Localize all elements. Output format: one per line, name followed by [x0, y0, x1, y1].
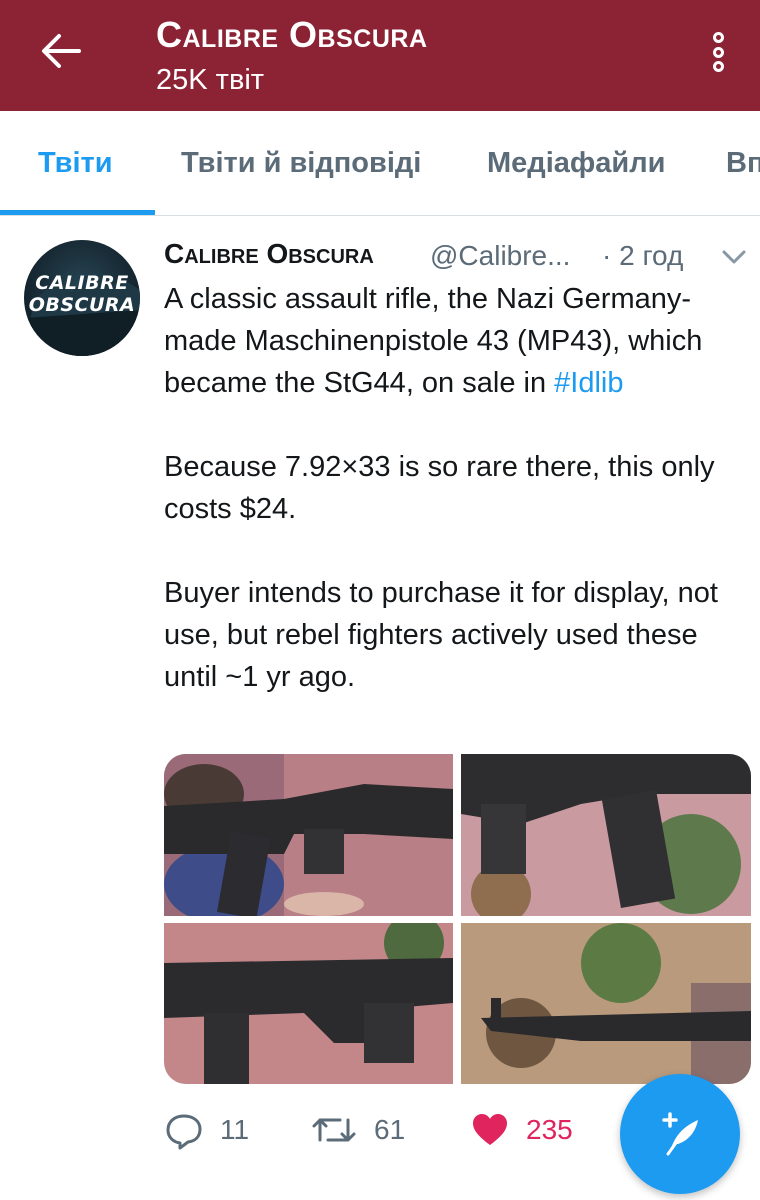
retweet-button[interactable]: 61 — [310, 1110, 405, 1150]
tweet-photo-2[interactable] — [461, 754, 751, 916]
more-vertical-icon-dot — [712, 61, 724, 72]
tweet-menu-button[interactable] — [716, 242, 752, 272]
photo-barrel-on-rug — [461, 923, 751, 1084]
retweet-icon — [312, 1118, 356, 1142]
tweet-paragraph-1: A classic assault rifle, the Nazi German… — [164, 278, 744, 404]
tweet-count: 25K твіт — [156, 64, 265, 96]
avatar-line-2: OBSCURA — [28, 294, 136, 316]
tweet-author-handle[interactable]: @Calibre... — [430, 240, 570, 272]
compose-feather-icon — [662, 1112, 698, 1156]
reply-button[interactable]: 11 — [164, 1110, 249, 1150]
more-vertical-icon-dot — [712, 46, 724, 58]
retweet-count: 61 — [374, 1114, 406, 1145]
photo-receiver-detail — [164, 923, 453, 1084]
avatar[interactable]: CALIBRE OBSCURA — [24, 240, 140, 356]
tweet-text: A classic assault rifle, the Nazi German… — [164, 278, 744, 698]
more-vertical-icon — [712, 32, 724, 43]
photo-rifle-on-rug — [164, 754, 453, 916]
tweet-photo-1[interactable] — [164, 754, 453, 916]
tweet-paragraph-2: Because 7.92×33 is so rare there, this o… — [164, 451, 715, 525]
tweet-header: Calibre Obscura @Calibre... · 2 год — [164, 236, 754, 276]
tweet-timestamp[interactable]: · 2 год — [602, 240, 683, 272]
like-button[interactable]: 235 — [470, 1110, 573, 1150]
profile-tabs: Твіти Твіти й відповіді Медіафайли Вподо… — [0, 111, 760, 216]
reply-icon — [166, 1114, 202, 1150]
reply-count: 11 — [220, 1114, 250, 1145]
tab-media[interactable]: Медіафайли — [487, 147, 665, 180]
arrow-left-icon — [42, 34, 81, 68]
profile-header: Calibre Obscura 25K твіт — [0, 0, 760, 111]
profile-name: Calibre Obscura — [156, 14, 428, 55]
heart-icon — [473, 1114, 507, 1145]
compose-tweet-button[interactable] — [620, 1074, 740, 1194]
tweet-author-name[interactable]: Calibre Obscura — [164, 238, 374, 270]
avatar-line-1: CALIBRE — [35, 272, 129, 294]
tweet-photo-3[interactable] — [164, 923, 453, 1084]
hashtag-link[interactable]: #Idlib — [554, 367, 623, 399]
tab-tweets-and-replies[interactable]: Твіти й відповіді — [181, 147, 421, 180]
avatar-logo-text: CALIBRE OBSCURA — [24, 272, 140, 316]
like-count: 235 — [526, 1114, 573, 1145]
back-button[interactable] — [36, 28, 86, 74]
tab-likes[interactable]: Вподобання — [726, 147, 760, 180]
tweet-paragraph-3: Buyer intends to purchase it for display… — [164, 577, 718, 693]
tweet-photo-4[interactable] — [461, 923, 751, 1084]
active-tab-indicator — [0, 210, 155, 215]
more-options-button[interactable] — [700, 28, 736, 76]
chevron-down-icon — [722, 250, 746, 264]
photo-magazine-closeup — [461, 754, 751, 916]
tab-tweets[interactable]: Твіти — [38, 147, 113, 180]
tweet-media-grid — [164, 754, 751, 1084]
